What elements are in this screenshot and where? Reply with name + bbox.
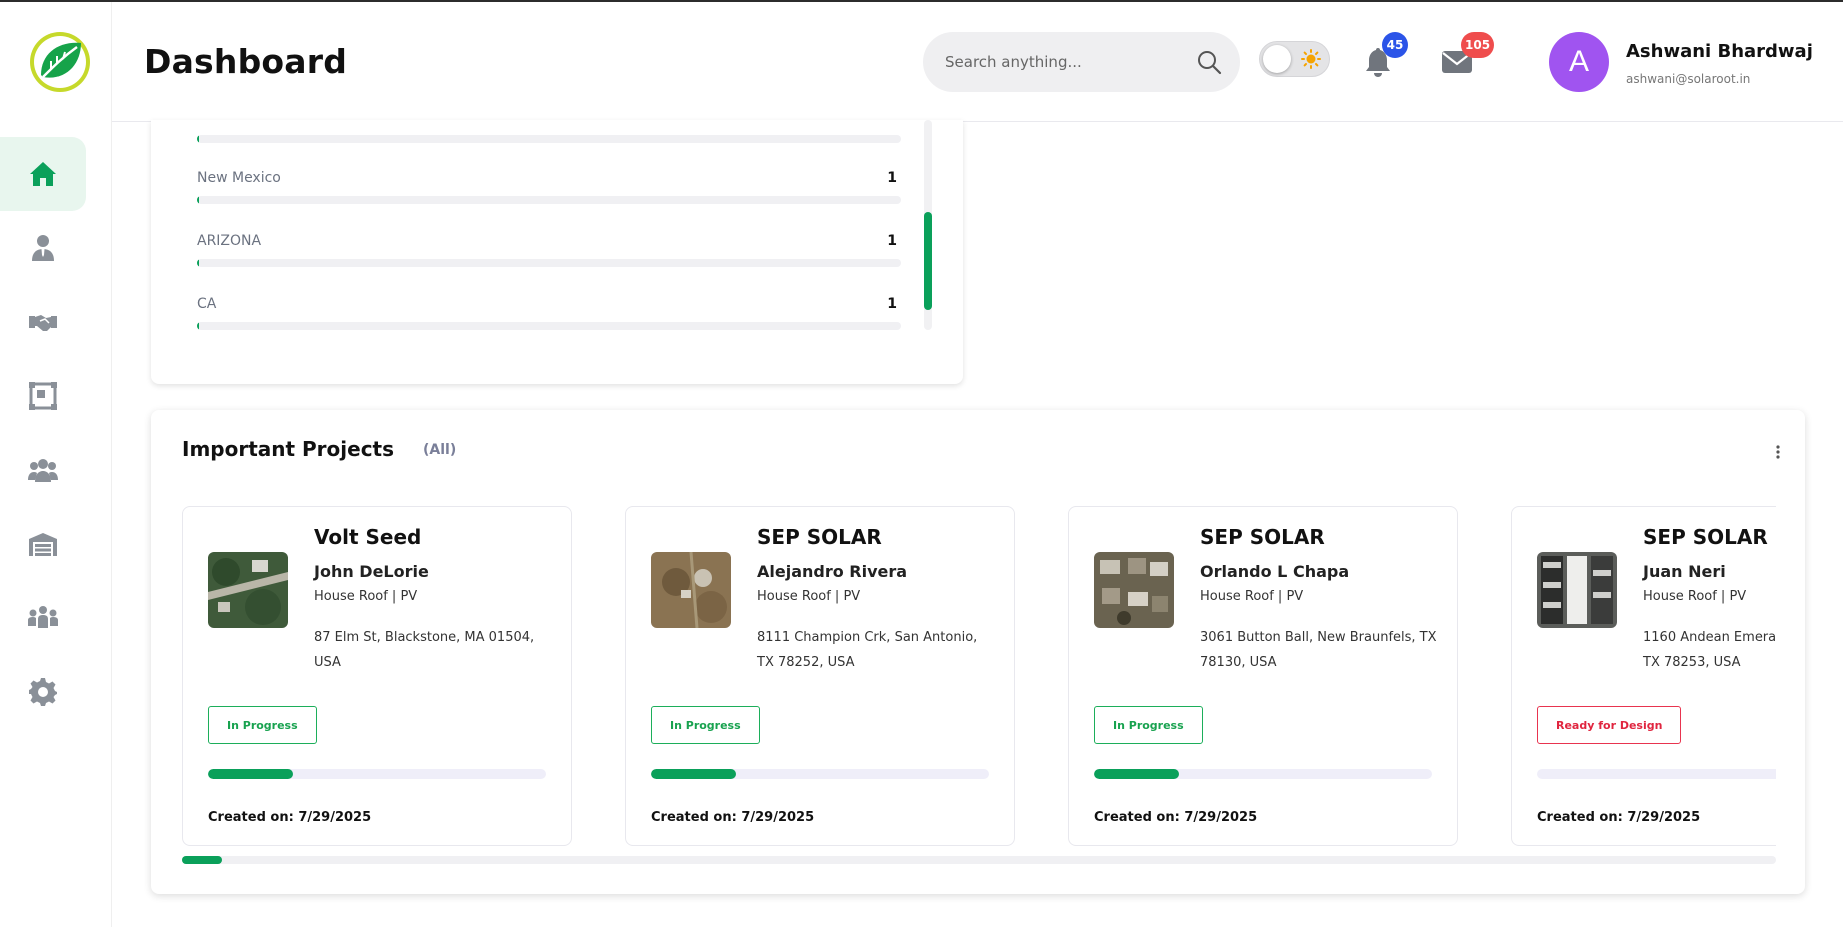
state-progress-fill — [197, 322, 200, 330]
project-created-date: Created on: 7/29/2025 — [1094, 810, 1258, 825]
project-thumbnail[interactable] — [208, 552, 288, 628]
project-type: House Roof | PV — [757, 589, 861, 604]
state-progress-track — [197, 196, 901, 204]
state-progress-track — [197, 259, 901, 267]
project-progress-fill — [208, 769, 293, 779]
project-progress-fill — [651, 769, 736, 779]
search-icon[interactable] — [1196, 49, 1222, 75]
project-company: SEP SOLAR — [757, 525, 882, 549]
states-card: New Mexico 1 ARIZONA 1 CA 1 — [151, 120, 963, 384]
handshake-icon — [29, 315, 57, 331]
project-customer: Orlando L Chapa — [1200, 562, 1350, 581]
state-label: CA — [197, 296, 217, 312]
projects-scrollbar[interactable] — [182, 856, 1776, 864]
status-badge: Ready for Design — [1537, 706, 1682, 744]
sidebar-item-partners[interactable] — [0, 285, 86, 359]
status-badge: In Progress — [1094, 706, 1203, 744]
project-card[interactable]: SEP SOLAR Orlando L Chapa House Roof | PV 3… — [1068, 506, 1458, 846]
project-address: 8111 Champion Crk, San Antonio, TX 78252… — [757, 630, 978, 670]
project-progress-track — [208, 769, 546, 779]
project-thumbnail[interactable] — [1537, 552, 1617, 628]
state-label: New Mexico — [197, 170, 281, 186]
project-progress-track — [651, 769, 989, 779]
project-company: Volt Seed — [314, 525, 422, 549]
project-type: House Roof | PV — [314, 589, 418, 604]
status-badge: In Progress — [208, 706, 317, 744]
state-progress-track — [197, 135, 901, 143]
project-company: SEP SOLAR — [1643, 525, 1768, 549]
home-icon — [30, 162, 56, 186]
project-card[interactable]: SEP SOLAR Juan Neri House Roof | PV 1160 An… — [1511, 506, 1776, 846]
project-card[interactable]: SEP SOLAR Alejandro Rivera House Roof | PV… — [625, 506, 1015, 846]
sidebar-item-home[interactable] — [0, 137, 86, 211]
theme-toggle[interactable] — [1259, 41, 1330, 77]
more-options-icon[interactable] — [1775, 444, 1781, 460]
project-customer: John DeLorie — [314, 562, 429, 581]
project-frame-icon — [29, 382, 57, 410]
notifications-badge: 45 — [1382, 32, 1408, 58]
state-count: 1 — [887, 233, 897, 249]
user-tie-icon — [32, 235, 54, 261]
sidebar-item-settings[interactable] — [0, 655, 86, 729]
leaf-logo-icon[interactable] — [29, 31, 91, 93]
sidebar — [0, 2, 112, 927]
project-created-date: Created on: 7/29/2025 — [651, 810, 815, 825]
state-progress-track — [197, 322, 901, 330]
project-address: 1160 Andean Emerald, San Antonio, TX 782… — [1643, 630, 1776, 670]
search-bar[interactable] — [923, 32, 1240, 92]
projects-scrollbar-thumb[interactable] — [182, 856, 222, 864]
sidebar-item-projects[interactable] — [0, 359, 86, 433]
status-badge: In Progress — [651, 706, 760, 744]
project-progress-fill — [1094, 769, 1179, 779]
sun-icon — [1301, 49, 1321, 69]
states-scrollbar[interactable] — [924, 120, 932, 330]
project-type: House Roof | PV — [1200, 589, 1304, 604]
avatar[interactable]: A — [1549, 32, 1609, 92]
states-scrollbar-thumb[interactable] — [924, 212, 932, 310]
gear-icon — [29, 678, 57, 706]
page-title: Dashboard — [144, 42, 348, 81]
user-email: ashwani@solaroot.in — [1626, 72, 1751, 86]
sidebar-item-team[interactable] — [0, 581, 86, 655]
toggle-knob — [1263, 45, 1291, 73]
project-address: 3061 Button Ball, New Braunfels, TX 7813… — [1200, 630, 1437, 670]
messages-badge: 105 — [1461, 32, 1495, 58]
project-customer: Alejandro Rivera — [757, 562, 908, 581]
project-progress-track — [1094, 769, 1432, 779]
project-address: 87 Elm St, Blackstone, MA 01504, USA — [314, 630, 535, 670]
state-count: 1 — [887, 170, 897, 186]
projects-filter[interactable]: (All) — [423, 442, 456, 458]
warehouse-icon — [29, 533, 57, 556]
project-card[interactable]: Volt Seed John DeLorie House Roof | PV 87 E… — [182, 506, 572, 846]
important-projects-card: Important Projects (All) Volt Seed John D… — [151, 410, 1805, 894]
users-icon — [28, 459, 58, 482]
state-progress-fill — [197, 196, 200, 204]
top-header: Dashboard 45 105 A Ashwani Bhardwaj ashw… — [112, 2, 1843, 122]
sidebar-item-clients[interactable] — [0, 211, 86, 285]
sidebar-item-warehouse[interactable] — [0, 507, 86, 581]
state-progress-fill — [197, 135, 200, 143]
state-progress-fill — [197, 259, 200, 267]
sidebar-item-users[interactable] — [0, 433, 86, 507]
user-name: Ashwani Bhardwaj — [1626, 41, 1813, 62]
project-thumbnail[interactable] — [1094, 552, 1174, 628]
project-created-date: Created on: 7/29/2025 — [1537, 810, 1701, 825]
project-type: House Roof | PV — [1643, 589, 1747, 604]
state-count: 1 — [887, 296, 897, 312]
project-created-date: Created on: 7/29/2025 — [208, 810, 372, 825]
section-title: Important Projects — [182, 437, 395, 461]
project-thumbnail[interactable] — [651, 552, 731, 628]
team-icon — [28, 606, 58, 628]
project-progress-track — [1537, 769, 1776, 779]
projects-carousel: Volt Seed John DeLorie House Roof | PV 87 E… — [182, 506, 1776, 846]
state-label: ARIZONA — [197, 233, 262, 249]
project-customer: Juan Neri — [1643, 562, 1726, 581]
search-input[interactable] — [923, 32, 1193, 92]
project-company: SEP SOLAR — [1200, 525, 1325, 549]
